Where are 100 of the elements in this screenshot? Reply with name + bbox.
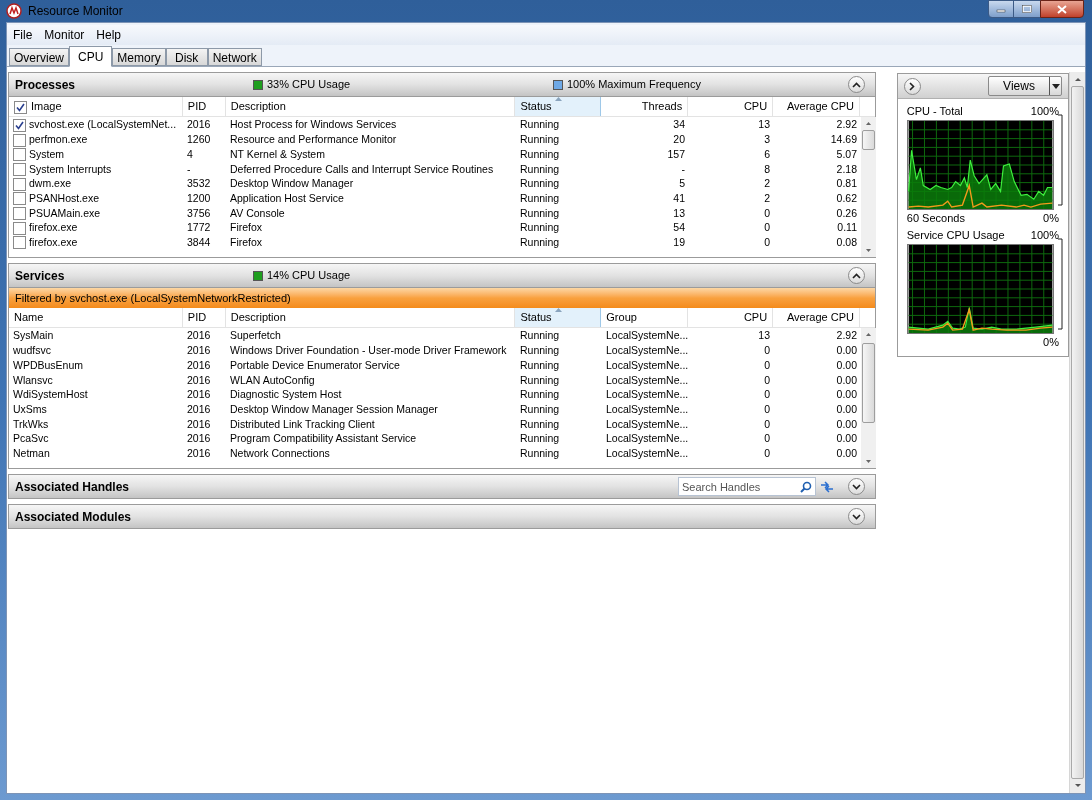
- section-title: Associated Modules: [15, 508, 133, 526]
- table-cell-text: Running: [520, 234, 560, 250]
- tab[interactable]: CPU: [69, 46, 113, 67]
- checkbox[interactable]: [13, 236, 26, 250]
- table-cell-text: firefox.exe: [29, 234, 78, 250]
- menu-item[interactable]: Help: [92, 26, 126, 44]
- column-header[interactable]: CPU: [743, 308, 768, 325]
- table-cell: 0.00: [836, 387, 857, 403]
- checkbox[interactable]: [13, 148, 26, 162]
- table-cell-text: PcaSvc: [13, 431, 49, 447]
- column-header[interactable]: Description: [230, 97, 286, 114]
- collapse-button[interactable]: [848, 267, 865, 284]
- checkbox[interactable]: [13, 192, 26, 206]
- maximize-button[interactable]: [1014, 0, 1040, 18]
- collapse-button[interactable]: [848, 76, 865, 93]
- column-header[interactable]: Name: [14, 308, 44, 325]
- expand-button[interactable]: [848, 508, 865, 525]
- search-field[interactable]: Search Handles: [678, 477, 816, 496]
- table-cell-text: Network Connections: [230, 445, 330, 461]
- column-header[interactable]: Average CPU: [786, 97, 854, 114]
- table-cell-text: 13: [673, 205, 685, 221]
- section-header[interactable]: Services 14% CPU Usage: [8, 263, 876, 288]
- table-cell-text: UxSms: [13, 401, 47, 417]
- table-cell-text: 0.08: [836, 234, 857, 250]
- expand-button[interactable]: [848, 478, 865, 495]
- table-cell: dwm.exe: [29, 176, 71, 192]
- checkbox[interactable]: [13, 133, 26, 147]
- scroll-thumb[interactable]: [862, 130, 875, 150]
- table-cell-text: LocalSystemNe...: [606, 401, 689, 417]
- checkbox[interactable]: [14, 101, 27, 114]
- scrollbar[interactable]: [861, 328, 876, 468]
- column-header[interactable]: PID: [187, 308, 207, 325]
- column-header[interactable]: CPU: [743, 97, 768, 114]
- table-cell-text: 0: [764, 357, 770, 373]
- table-cell-text: 54: [673, 220, 685, 236]
- table-cell: perfmon.exe: [29, 132, 88, 148]
- table-cell-text: Desktop Window Manager Session Manager: [230, 401, 438, 417]
- table-cell-text: Running: [520, 220, 560, 236]
- table-cell-text: SysMain: [13, 328, 54, 344]
- table-cell: Resource and Performance Monitor: [230, 132, 397, 148]
- menu-item[interactable]: File: [9, 26, 37, 44]
- tab[interactable]: Network: [207, 48, 262, 66]
- graph-min-label: 0%: [1043, 334, 1059, 350]
- table-cell: Running: [520, 343, 560, 359]
- menu-item[interactable]: Monitor: [40, 26, 89, 44]
- column-header[interactable]: PID: [187, 97, 207, 114]
- table-cell-text: -: [187, 161, 191, 177]
- table-cell-text: 2016: [187, 401, 211, 417]
- column-header[interactable]: Threads: [641, 97, 683, 114]
- expand-panel-button[interactable]: [903, 77, 921, 95]
- column-header[interactable]: Group: [606, 308, 637, 325]
- table-cell: Running: [520, 132, 560, 148]
- table-cell-text: 2016: [187, 431, 211, 447]
- table-cell-text: Firefox: [230, 234, 263, 250]
- table-cell-text: Deferred Procedure Calls and Interrupt Service Routines: [230, 161, 494, 177]
- checkbox[interactable]: [13, 221, 26, 235]
- minimize-button[interactable]: [988, 0, 1014, 18]
- close-icon: [1057, 4, 1067, 14]
- table-cell: wudfsvc: [13, 343, 51, 359]
- checkbox[interactable]: [13, 206, 26, 220]
- table-cell-text: 0.00: [836, 372, 857, 388]
- checkbox[interactable]: [13, 118, 26, 132]
- table-cell: 0: [764, 387, 770, 403]
- column-header[interactable]: Average CPU: [786, 308, 854, 325]
- scroll-thumb[interactable]: [862, 343, 875, 423]
- search-icon[interactable]: [800, 481, 812, 493]
- tab[interactable]: Disk: [165, 48, 208, 66]
- scrollbar[interactable]: [861, 117, 876, 257]
- time-span-label: 60 Seconds: [906, 210, 965, 226]
- table-cell-text: 0.00: [836, 401, 857, 417]
- section-title: Processes: [15, 76, 77, 94]
- table-cell: 14.69: [830, 132, 857, 148]
- table-cell: 2: [764, 176, 770, 192]
- table-cell-text: 0.00: [836, 431, 857, 447]
- legend-label: 33% CPU Usage: [267, 77, 351, 93]
- table-cell-text: 19: [673, 234, 685, 250]
- checkbox[interactable]: [13, 162, 26, 176]
- checkbox[interactable]: [13, 177, 26, 191]
- close-button[interactable]: [1040, 0, 1084, 18]
- tab[interactable]: Memory: [112, 48, 166, 66]
- window-title: Resource Monitor: [28, 3, 123, 20]
- table-cell-text: 3756: [187, 205, 211, 221]
- section-header[interactable]: Associated Handles Search Handles: [8, 474, 876, 499]
- section-header[interactable]: Associated Modules: [8, 504, 876, 529]
- table-cell-text: 1772: [187, 220, 211, 236]
- table-cell-text: Firefox: [230, 220, 263, 236]
- views-button[interactable]: Views: [988, 76, 1062, 96]
- table-cell: 20: [673, 132, 685, 148]
- section-header[interactable]: Processes 33% CPU Usage 100% Maximum Frequency: [8, 72, 876, 97]
- column-header[interactable]: Description: [230, 308, 286, 325]
- table-cell-text: 0: [764, 205, 770, 221]
- table-cell: LocalSystemNe...: [606, 343, 689, 359]
- scrollbar[interactable]: [1069, 72, 1085, 793]
- chevron-right-icon: [909, 81, 916, 91]
- table-cell: 0.81: [836, 176, 857, 192]
- chevron-down-icon: [852, 483, 861, 490]
- column-header[interactable]: Image: [31, 97, 62, 114]
- tab[interactable]: Overview: [9, 48, 69, 66]
- table-cell-text: 2.92: [836, 117, 857, 133]
- table-cell-text: Superfetch: [230, 328, 281, 344]
